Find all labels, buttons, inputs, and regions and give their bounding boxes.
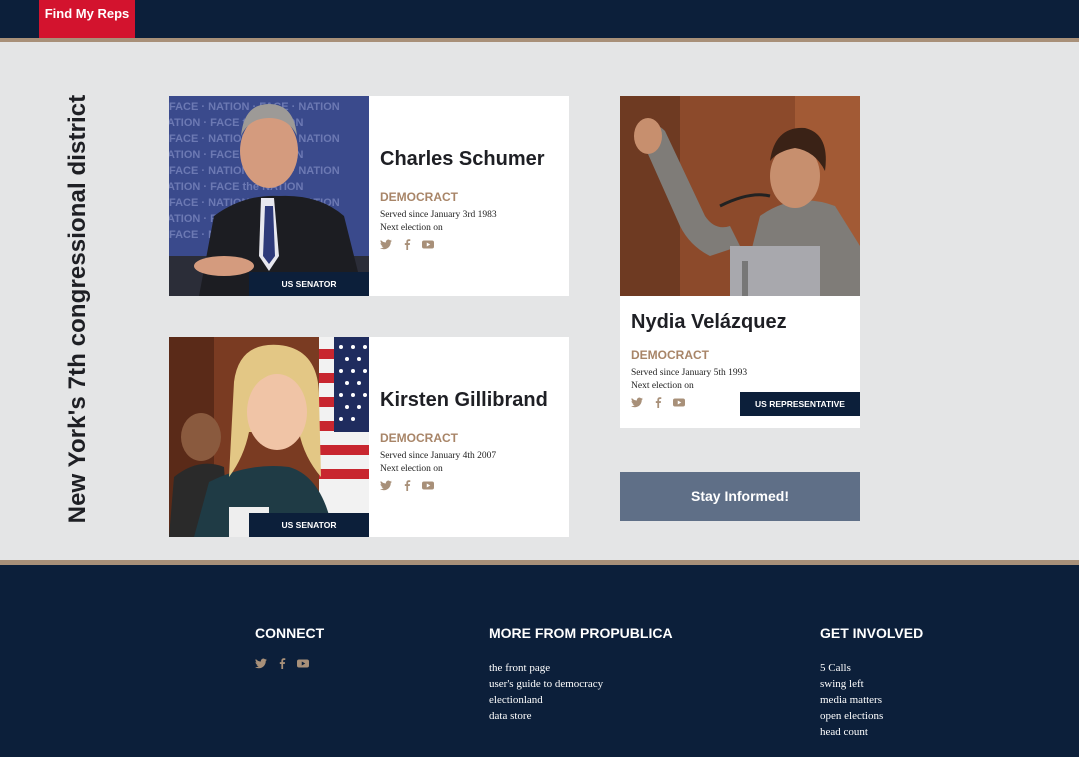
youtube-icon[interactable] xyxy=(422,239,434,250)
rep-social-links xyxy=(380,239,565,250)
footer-link[interactable]: swing left xyxy=(820,676,923,692)
district-title: New York's 7th congressional district xyxy=(64,94,91,524)
footer-link[interactable]: 5 Calls xyxy=(820,660,923,676)
rep-card-gillibrand: US SENATOR Kirsten Gillibrand DEMOCRACT … xyxy=(169,337,569,537)
rep-social-links xyxy=(380,480,565,491)
twitter-icon[interactable] xyxy=(255,658,267,669)
footer-social-links xyxy=(255,658,324,669)
youtube-icon[interactable] xyxy=(422,480,434,491)
footer-connect: CONNECT xyxy=(255,625,324,669)
footer-link[interactable]: the front page xyxy=(489,660,673,676)
footer-link[interactable]: user's guide to democracy xyxy=(489,676,673,692)
rep-card-schumer: FACE · NATION · FACE · NATION NATION · F… xyxy=(169,96,569,296)
find-my-reps-button[interactable]: Find My Reps xyxy=(39,0,135,38)
footer-heading: GET INVOLVED xyxy=(820,625,924,641)
facebook-icon[interactable] xyxy=(652,397,664,408)
facebook-icon[interactable] xyxy=(401,239,413,250)
facebook-icon[interactable] xyxy=(276,658,288,669)
facebook-icon[interactable] xyxy=(401,480,413,491)
rep-served-since: Served since January 3rd 1983 xyxy=(380,210,497,220)
footer: CONNECT MORE FROM PROPUBLICA the front p… xyxy=(0,560,1079,757)
rep-photo-schumer: FACE · NATION · FACE · NATION NATION · F… xyxy=(169,96,369,296)
rep-served-since: Served since January 4th 2007 xyxy=(380,451,497,461)
role-badge: US REPRESENTATIVE xyxy=(740,392,860,416)
rep-photo-gillibrand: US SENATOR xyxy=(169,337,369,537)
footer-link[interactable]: open elections xyxy=(820,708,923,724)
twitter-icon[interactable] xyxy=(380,480,392,491)
youtube-icon[interactable] xyxy=(297,658,309,669)
role-badge: US SENATOR xyxy=(249,513,369,537)
rep-name[interactable]: Charles Schumer xyxy=(380,148,565,171)
footer-link-list: 5 Calls swing left media matters open el… xyxy=(820,660,923,740)
rep-party: DEMOCRACT xyxy=(631,348,709,362)
footer-more-from-propublica: MORE FROM PROPUBLICA the front page user… xyxy=(489,625,673,724)
footer-link-list: the front page user's guide to democracy… xyxy=(489,660,673,724)
twitter-icon[interactable] xyxy=(631,397,643,408)
rep-next-election: Next election on xyxy=(380,464,443,474)
district-heading: New York's 7th congressional district xyxy=(58,94,98,524)
rep-next-election: Next election on xyxy=(631,381,694,391)
footer-heading: MORE FROM PROPUBLICA xyxy=(489,625,673,641)
footer-heading: CONNECT xyxy=(255,625,325,641)
footer-get-involved: GET INVOLVED 5 Calls swing left media ma… xyxy=(820,625,923,740)
rep-info: Charles Schumer DEMOCRACT Served since J… xyxy=(380,148,565,250)
rep-photo-velazquez xyxy=(620,96,860,296)
youtube-icon[interactable] xyxy=(673,397,685,408)
footer-link[interactable]: media matters xyxy=(820,692,923,708)
rep-party: DEMOCRACT xyxy=(380,190,458,204)
footer-link[interactable]: electionland xyxy=(489,692,673,708)
footer-link[interactable]: data store xyxy=(489,708,673,724)
rep-party: DEMOCRACT xyxy=(380,431,458,445)
role-badge: US SENATOR xyxy=(249,272,369,296)
rep-info: Kirsten Gillibrand DEMOCRACT Served sinc… xyxy=(380,389,565,491)
stay-informed-button[interactable]: Stay Informed! xyxy=(620,472,860,521)
rep-next-election: Next election on xyxy=(380,223,443,233)
rep-card-velazquez: Nydia Velázquez DEMOCRACT Served since J… xyxy=(620,96,860,428)
rep-served-since: Served since January 5th 1993 xyxy=(631,368,748,378)
rep-name[interactable]: Nydia Velázquez xyxy=(631,311,856,334)
footer-link[interactable]: head count xyxy=(820,724,923,740)
twitter-icon[interactable] xyxy=(380,239,392,250)
top-nav-bar: Find My Reps xyxy=(0,0,1079,42)
rep-name[interactable]: Kirsten Gillibrand xyxy=(380,389,565,412)
